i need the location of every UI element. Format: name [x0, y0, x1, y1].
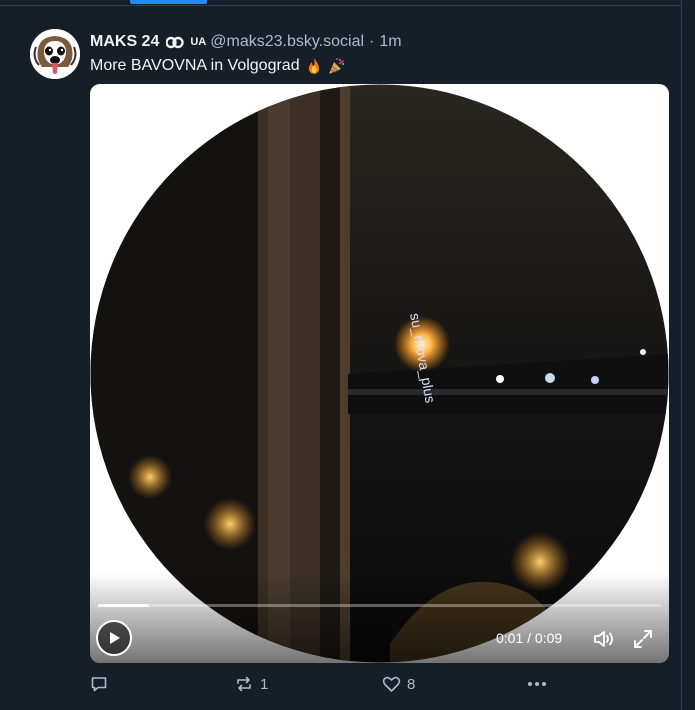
- repost-button[interactable]: 1: [234, 675, 268, 693]
- post-text: More BAVOVNA in Volgograd: [90, 57, 300, 74]
- reply-icon: [91, 677, 107, 692]
- video-progress-fill: [98, 604, 149, 607]
- feed-page: MAKS 24 UA @maks23.bsky.social · 1m More…: [0, 0, 695, 710]
- like-button[interactable]: 8: [382, 675, 415, 693]
- repost-icon: [237, 676, 251, 692]
- video-player[interactable]: su_rnova_plus 0:01 / 0:09: [90, 84, 669, 663]
- current-time: 0:01: [496, 630, 524, 646]
- controls-overlay: [90, 573, 669, 663]
- like-count: 8: [407, 675, 416, 693]
- play-icon: [110, 632, 120, 644]
- mute-button[interactable]: [592, 628, 616, 650]
- avatar[interactable]: [30, 29, 80, 79]
- speaker-icon: [594, 631, 613, 647]
- duration: 0:09: [534, 630, 563, 646]
- video-progress-bar[interactable]: [98, 604, 661, 607]
- reply-button[interactable]: [90, 675, 114, 693]
- play-button[interactable]: [96, 620, 132, 656]
- active-tab-indicator: [130, 0, 207, 4]
- party-popper-icon: [328, 57, 346, 75]
- fire-emoji-icon: [306, 57, 322, 75]
- flag-label: UA: [190, 36, 207, 48]
- post-timestamp[interactable]: 1m: [379, 33, 401, 51]
- post-body: More BAVOVNA in Volgograd: [90, 57, 346, 75]
- separator-dot: ·: [369, 33, 375, 50]
- column-divider: [681, 0, 682, 710]
- video-time-readout: 0:01 / 0:09: [496, 630, 562, 646]
- expand-icon: [634, 630, 652, 648]
- feed-divider: [0, 5, 681, 6]
- repost-count: 1: [260, 675, 269, 693]
- avatar-image: [30, 29, 80, 79]
- post-header: MAKS 24 UA @maks23.bsky.social · 1m: [90, 32, 402, 52]
- author-handle[interactable]: @maks23.bsky.social: [210, 33, 364, 51]
- display-name[interactable]: MAKS 24: [90, 33, 159, 51]
- more-options-button[interactable]: [526, 675, 548, 693]
- ellipsis-icon: [528, 682, 546, 686]
- heart-icon: [382, 676, 401, 692]
- time-separator: /: [523, 630, 535, 646]
- post-actions: 1 8: [90, 675, 560, 697]
- fullscreen-button[interactable]: [632, 628, 654, 650]
- ua-flag-icon: UA: [166, 36, 206, 49]
